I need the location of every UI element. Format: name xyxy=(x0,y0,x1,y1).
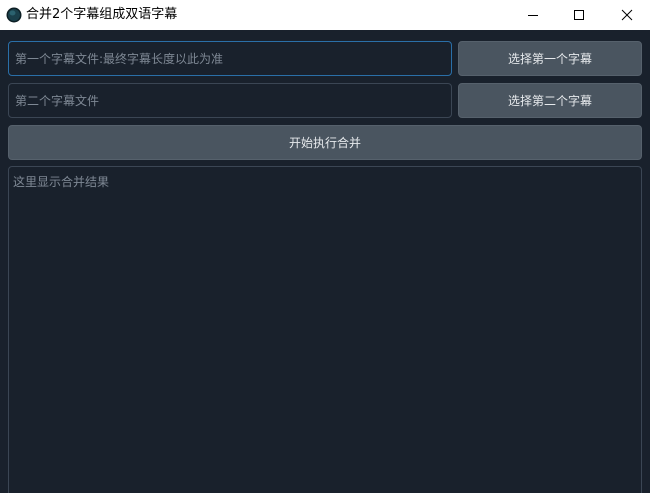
app-globe-icon xyxy=(6,7,22,23)
second-subtitle-input[interactable] xyxy=(8,83,452,118)
window-title: 合并2个字幕组成双语字幕 xyxy=(26,7,178,22)
close-button[interactable] xyxy=(604,0,650,30)
close-icon xyxy=(621,6,633,25)
choose-first-subtitle-button[interactable]: 选择第一个字幕 xyxy=(458,41,642,76)
start-merge-button[interactable]: 开始执行合并 xyxy=(8,125,642,160)
choose-second-subtitle-button[interactable]: 选择第二个字幕 xyxy=(458,83,642,118)
app-window: 合并2个字幕组成双语字幕 选择第一个字 xyxy=(0,0,650,493)
maximize-button[interactable] xyxy=(556,0,602,30)
first-subtitle-input[interactable] xyxy=(8,41,452,76)
minimize-icon xyxy=(527,6,539,25)
minimize-button[interactable] xyxy=(510,0,556,30)
title-bar[interactable]: 合并2个字幕组成双语字幕 xyxy=(0,0,650,30)
maximize-icon xyxy=(573,6,585,25)
merge-result-textarea[interactable] xyxy=(8,166,642,493)
